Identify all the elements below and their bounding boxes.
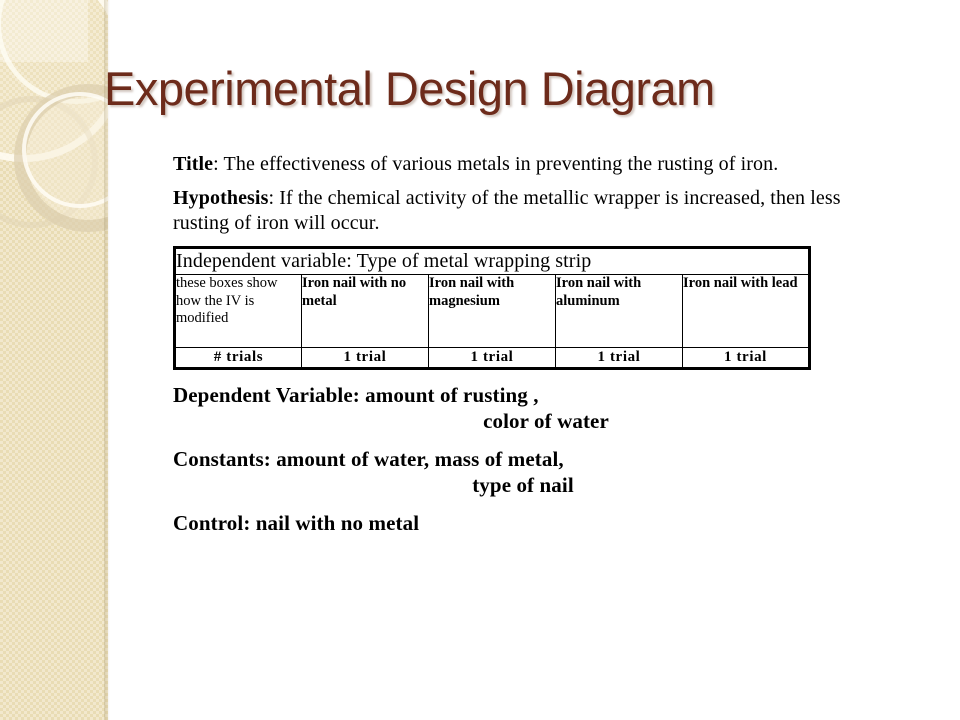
experimental-design-table: Independent variable: Type of metal wrap… [173, 246, 811, 370]
page-title: Experimental Design Diagram [104, 62, 715, 115]
constants-line-1: Constants: amount of water, mass of meta… [173, 447, 564, 471]
decorative-ring-medium-highlight-icon [22, 92, 108, 208]
trials-header-cell: # trials [174, 347, 302, 369]
title-text: : The effectiveness of various metals in… [213, 153, 779, 175]
title-paragraph: Title: The effectiveness of various meta… [173, 152, 873, 177]
group-cell-lead: Iron nail with lead [682, 274, 810, 348]
control-line: Control: nail with no metal [173, 511, 420, 535]
decorative-sidebar-panel [0, 0, 108, 720]
trials-cell-no-metal: 1 trial [301, 347, 429, 369]
slide-content: Title: The effectiveness of various meta… [173, 152, 873, 536]
dependent-variable-line-1: Dependent Variable: amount of rusting , [173, 383, 539, 407]
dependent-variable-line-2: color of water [483, 409, 609, 433]
control-block: Control: nail with no metal [173, 510, 873, 536]
decorative-ring-medium-icon [14, 84, 108, 232]
table-row-iv-header: Independent variable: Type of metal wrap… [174, 247, 810, 275]
title-label: Title [173, 153, 214, 175]
table-row-trials: # trials 1 trial 1 trial 1 trial 1 trial [174, 347, 810, 369]
dependent-variable-block: Dependent Variable: amount of rusting , … [173, 382, 873, 434]
group-cell-no-metal: Iron nail with no metal [301, 274, 429, 348]
trials-cell-lead: 1 trial [682, 347, 810, 369]
constants-line-2: type of nail [472, 473, 574, 497]
sidebar-top-block [0, 0, 88, 62]
group-cell-aluminum: Iron nail with aluminum [555, 274, 683, 348]
hypothesis-label: Hypothesis [173, 187, 269, 209]
group-cell-note: these boxes show how the IV is modified [174, 274, 302, 348]
group-cell-magnesium: Iron nail with magnesium [428, 274, 556, 348]
decorative-ring-small-icon [0, 96, 98, 228]
independent-variable-header-cell: Independent variable: Type of metal wrap… [174, 247, 810, 275]
constants-block: Constants: amount of water, mass of meta… [173, 446, 873, 498]
table-row-groups: these boxes show how the IV is modified … [174, 274, 810, 348]
trials-cell-aluminum: 1 trial [555, 347, 683, 369]
hypothesis-text: : If the chemical activity of the metall… [173, 187, 841, 234]
hypothesis-paragraph: Hypothesis: If the chemical activity of … [173, 186, 873, 236]
trials-cell-magnesium: 1 trial [428, 347, 556, 369]
